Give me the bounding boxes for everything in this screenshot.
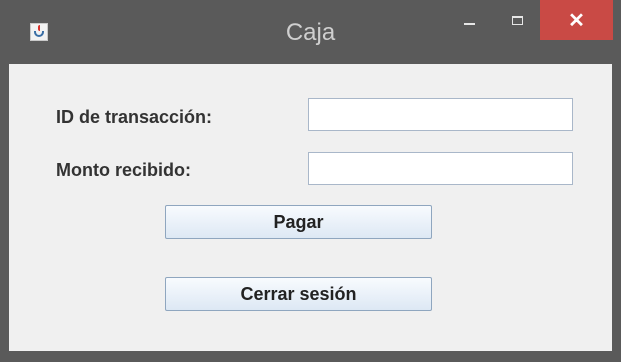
form-panel: ID de transacción: Monto recibido: Pagar… <box>9 64 612 351</box>
pay-button[interactable]: Pagar <box>165 205 432 239</box>
transaction-id-label: ID de transacción: <box>56 107 213 127</box>
close-button[interactable]: ✕ <box>540 0 613 40</box>
logout-button[interactable]: Cerrar sesión <box>165 277 432 311</box>
title-bar[interactable]: Caja ✕ <box>0 0 621 64</box>
close-icon: ✕ <box>568 9 585 32</box>
minimize-icon <box>463 23 475 25</box>
app-window: Caja ✕ ID de transacción: Monto recibido… <box>0 0 621 362</box>
amount-received-label: Monto recibido: <box>56 160 191 180</box>
maximize-icon <box>511 15 523 25</box>
pay-button-label: Pagar <box>273 211 324 232</box>
logout-button-label: Cerrar sesión <box>240 283 357 304</box>
maximize-button[interactable] <box>500 0 534 40</box>
amount-received-input[interactable] <box>308 152 573 185</box>
minimize-button[interactable] <box>452 0 486 40</box>
transaction-id-input[interactable] <box>308 98 573 131</box>
